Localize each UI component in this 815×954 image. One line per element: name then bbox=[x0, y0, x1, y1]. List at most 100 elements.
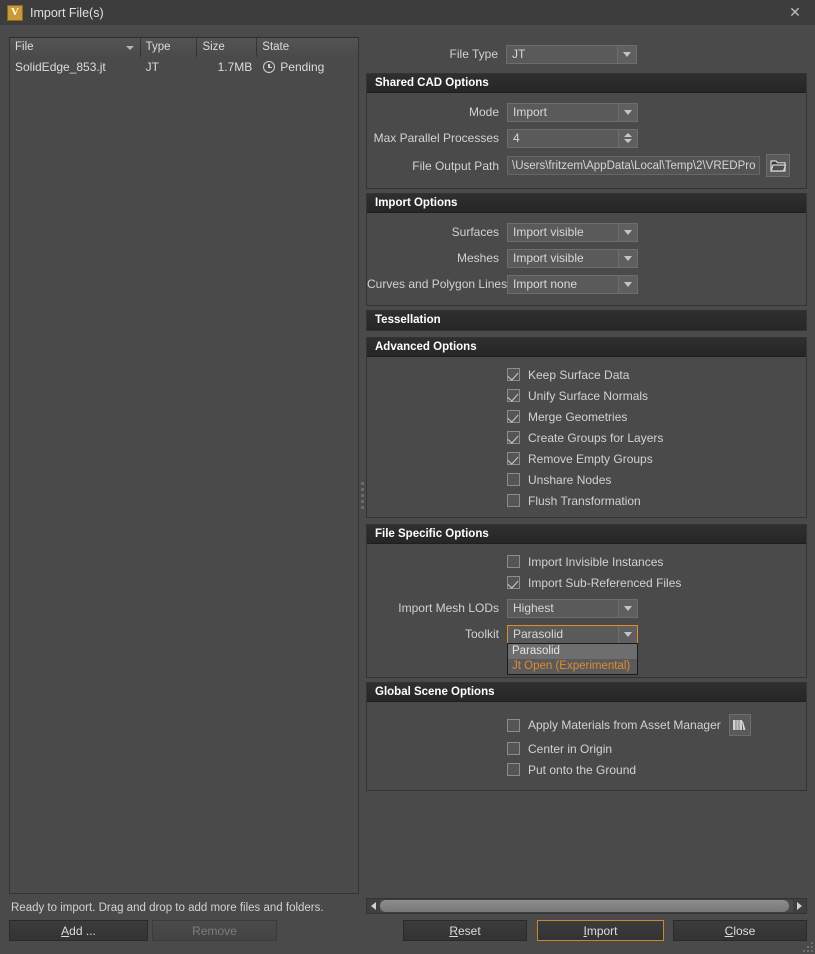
toolkit-combo[interactable]: Parasolid bbox=[507, 624, 638, 644]
checkbox-row-flush-transformation[interactable]: Flush Transformation bbox=[367, 490, 798, 511]
checkbox-label: Unshare Nodes bbox=[528, 472, 612, 487]
meshes-label: Meshes bbox=[456, 251, 499, 265]
checkbox-import-invisible-instances[interactable] bbox=[507, 555, 520, 568]
folder-open-icon[interactable] bbox=[766, 154, 790, 177]
checkbox-row-import-sub-referenced-files[interactable]: Import Sub-Referenced Files bbox=[367, 572, 798, 593]
checkbox-import-sub-referenced-files[interactable] bbox=[507, 576, 520, 589]
checkbox-label: Flush Transformation bbox=[528, 493, 641, 508]
checkbox-flush-transformation[interactable] bbox=[507, 494, 520, 507]
curves-combo[interactable]: Import none bbox=[507, 274, 638, 294]
folder-glyph bbox=[770, 159, 786, 172]
import-button[interactable]: Import bbox=[537, 920, 664, 941]
import-button-label-rest: mport bbox=[586, 923, 618, 938]
sort-descending-icon bbox=[125, 46, 134, 50]
scrollbar-thumb[interactable] bbox=[380, 900, 789, 912]
column-header-file[interactable]: File bbox=[10, 38, 141, 57]
import-files-dialog: V Import File(s) ✕ File Type Size State … bbox=[0, 0, 815, 954]
file-type-combo[interactable]: JT bbox=[506, 44, 637, 64]
checkbox-unshare-nodes[interactable] bbox=[507, 473, 520, 486]
group-header-shared-cad[interactable]: Shared CAD Options bbox=[367, 74, 806, 93]
max-parallel-spinner[interactable]: 4 bbox=[507, 128, 638, 148]
options-horizontal-scrollbar[interactable] bbox=[366, 898, 807, 914]
reset-button-label-rest: eset bbox=[457, 923, 481, 938]
group-header-advanced-options[interactable]: Advanced Options bbox=[367, 338, 806, 357]
surfaces-combo[interactable]: Import visible bbox=[507, 222, 638, 242]
reset-button[interactable]: Reset bbox=[403, 920, 527, 941]
chevron-down-icon[interactable] bbox=[618, 275, 637, 293]
checkbox-row-unify-surface-normals[interactable]: Unify Surface Normals bbox=[367, 385, 798, 406]
checkbox-row-merge-geometries[interactable]: Merge Geometries bbox=[367, 406, 798, 427]
table-row[interactable]: SolidEdge_853.jt JT 1.7MB Pending bbox=[10, 57, 358, 77]
checkbox-row-apply-materials[interactable]: Apply Materials from Asset Manager bbox=[367, 712, 798, 738]
meshes-row: Meshes Import visible bbox=[367, 247, 798, 269]
scroll-right-icon[interactable] bbox=[793, 902, 806, 910]
spinner-arrows-icon[interactable] bbox=[618, 129, 637, 147]
column-header-size[interactable]: Size bbox=[197, 38, 258, 57]
meshes-combo[interactable]: Import visible bbox=[507, 248, 638, 268]
checkbox-row-put-onto-the-ground[interactable]: Put onto the Ground bbox=[367, 759, 798, 780]
chevron-down-icon[interactable] bbox=[618, 599, 637, 617]
chevron-down-icon[interactable] bbox=[618, 223, 637, 241]
checkbox-row-center-in-origin[interactable]: Center in Origin bbox=[367, 738, 798, 759]
cell-size: 1.7MB bbox=[217, 60, 253, 74]
chevron-down-icon[interactable] bbox=[618, 625, 637, 643]
dropdown-option-parasolid[interactable]: Parasolid bbox=[508, 644, 637, 659]
checkbox-unify-surface-normals[interactable] bbox=[507, 389, 520, 402]
chevron-down-icon[interactable] bbox=[617, 45, 636, 63]
column-header-state[interactable]: State bbox=[257, 38, 358, 57]
checkbox-remove-empty-groups[interactable] bbox=[507, 452, 520, 465]
remove-button[interactable]: Remove bbox=[152, 920, 277, 941]
add-button[interactable]: Add ... bbox=[9, 920, 148, 941]
file-list-body[interactable]: SolidEdge_853.jt JT 1.7MB Pending bbox=[10, 57, 358, 893]
panel-splitter-handle[interactable] bbox=[359, 475, 365, 515]
state-label: Pending bbox=[280, 60, 325, 74]
clock-pending-icon bbox=[263, 61, 276, 73]
resize-grip[interactable] bbox=[801, 940, 813, 952]
group-tessellation: Tessellation bbox=[366, 310, 807, 331]
checkbox-row-import-invisible-instances[interactable]: Import Invisible Instances bbox=[367, 551, 798, 572]
checkbox-row-remove-empty-groups[interactable]: Remove Empty Groups bbox=[367, 448, 798, 469]
group-file-specific-options: File Specific Options Import Invisible I… bbox=[366, 524, 807, 678]
checkbox-label: Unify Surface Normals bbox=[528, 388, 649, 403]
group-header-global-scene-options[interactable]: Global Scene Options bbox=[367, 683, 806, 702]
checkbox-label: Import Sub-Referenced Files bbox=[528, 575, 682, 590]
dropdown-option-jt-open[interactable]: Jt Open (Experimental) bbox=[508, 659, 637, 674]
splitter-dot bbox=[360, 493, 364, 497]
scroll-left-icon[interactable] bbox=[367, 902, 380, 910]
scrollbar-track[interactable] bbox=[380, 900, 793, 912]
splitter-dot bbox=[360, 499, 364, 503]
checkbox-center-in-origin[interactable] bbox=[507, 742, 520, 755]
file-type-label: File Type bbox=[449, 47, 498, 61]
group-header-file-specific-options[interactable]: File Specific Options bbox=[367, 525, 806, 544]
checkbox-keep-surface-data[interactable] bbox=[507, 368, 520, 381]
cell-type: JT bbox=[145, 60, 159, 74]
chevron-down-icon[interactable] bbox=[618, 103, 637, 121]
mode-value: Import bbox=[513, 105, 548, 119]
window-title: Import File(s) bbox=[30, 5, 104, 20]
checkbox-apply-materials-from-asset-manager[interactable] bbox=[507, 718, 520, 732]
checkbox-label: Import Invisible Instances bbox=[528, 554, 664, 569]
group-header-tessellation[interactable]: Tessellation bbox=[367, 311, 806, 330]
column-header-type[interactable]: Type bbox=[140, 38, 198, 57]
output-path-input[interactable]: \Users\fritzem\AppData\Local\Temp\2\VRED… bbox=[507, 156, 760, 175]
surfaces-value: Import visible bbox=[513, 225, 584, 239]
mode-combo[interactable]: Import bbox=[507, 102, 638, 122]
logo-letter: V bbox=[11, 6, 19, 18]
group-body-import-options: Surfaces Import visible Meshes Import vi… bbox=[367, 213, 806, 305]
splitter-dot bbox=[360, 505, 364, 509]
close-button[interactable]: Close bbox=[673, 920, 807, 941]
chevron-down-icon[interactable] bbox=[618, 249, 637, 267]
close-icon[interactable]: ✕ bbox=[775, 0, 815, 25]
vred-v-logo-icon: V bbox=[7, 4, 23, 21]
mesh-lods-combo[interactable]: Highest bbox=[507, 598, 638, 618]
checkbox-row-unshare-nodes[interactable]: Unshare Nodes bbox=[367, 469, 798, 490]
checkbox-row-create-groups-for-layers[interactable]: Create Groups for Layers bbox=[367, 427, 798, 448]
group-advanced-options: Advanced Options Keep Surface Data Unify… bbox=[366, 337, 807, 518]
asset-manager-books-icon[interactable] bbox=[728, 714, 751, 736]
checkbox-merge-geometries[interactable] bbox=[507, 410, 520, 423]
group-header-import-options[interactable]: Import Options bbox=[367, 194, 806, 213]
checkbox-put-onto-the-ground[interactable] bbox=[507, 763, 520, 776]
toolkit-dropdown-popup[interactable]: Parasolid Jt Open (Experimental) bbox=[507, 643, 638, 675]
checkbox-row-keep-surface-data[interactable]: Keep Surface Data bbox=[367, 364, 798, 385]
checkbox-create-groups-for-layers[interactable] bbox=[507, 431, 520, 444]
